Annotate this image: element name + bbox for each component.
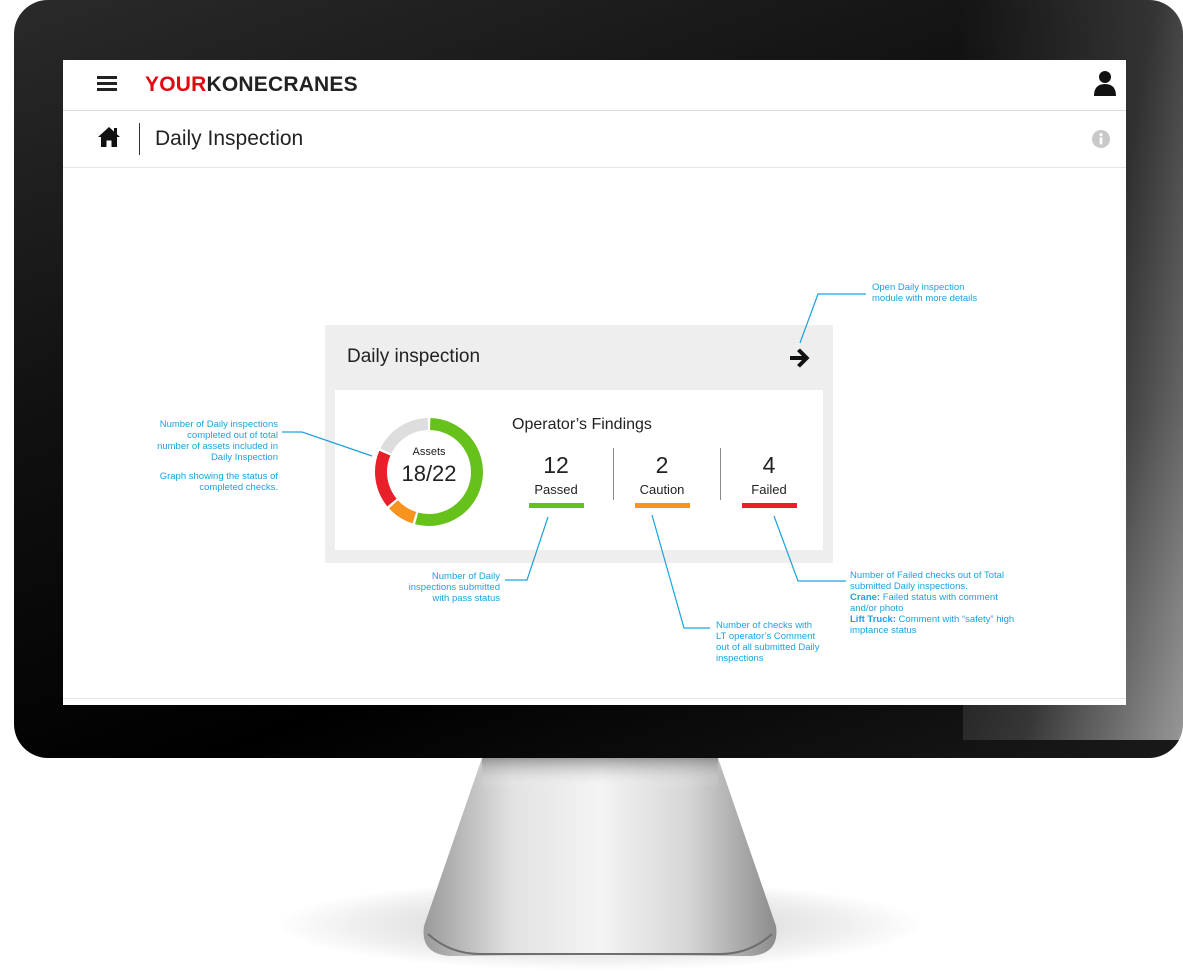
failed-label: Failed	[751, 482, 787, 497]
title-bar: Daily Inspection	[63, 111, 1126, 168]
logo-part-konecranes: KONECRANES	[206, 73, 358, 96]
annotation-line: LT operator’s Comment	[716, 631, 816, 642]
annotation-text: Failed status with comment	[880, 592, 998, 603]
annotation-text: Comment with “safety” high	[895, 614, 1015, 625]
annotation-line: out of all submitted Daily	[716, 642, 820, 653]
passed-count: 12	[543, 452, 569, 478]
arrow-annotation: Open Daily inspection module with more d…	[872, 282, 1032, 304]
daily-inspection-card: Daily inspection Assets 18/22 Operator’s…	[325, 325, 833, 563]
donut-label: Assets	[412, 446, 446, 458]
findings-title: Operator’s Findings	[512, 416, 652, 433]
metric-divider	[720, 448, 721, 500]
annotation-line: Number of Daily	[431, 571, 500, 582]
annotation-line: Number of checks with	[716, 620, 813, 631]
caution-annotation: Number of checks with LT operator’s Comm…	[716, 620, 846, 664]
monitor-stand	[423, 758, 777, 956]
annotation-line: inspections submitted	[408, 582, 500, 593]
home-icon[interactable]	[97, 126, 121, 148]
brand-logo[interactable]: YOURKONECRANES	[145, 73, 358, 97]
annotation-line: submitted Daily inspections.	[850, 581, 968, 592]
caution-count: 2	[655, 452, 669, 478]
failed-bar	[741, 503, 797, 508]
info-icon[interactable]	[1091, 129, 1111, 149]
metric-failed: 4 Failed	[739, 452, 799, 508]
annotation-bold: Crane:	[850, 592, 881, 603]
page-title: Daily Inspection	[155, 127, 304, 150]
card-body: Assets 18/22 Operator’s Findings 12 Pass…	[335, 390, 823, 550]
donut-annotation: Number of Daily inspections completed ou…	[110, 419, 278, 493]
metric-divider	[613, 448, 614, 500]
annotation-line: with pass status	[432, 593, 500, 604]
failed-annotation: Number of Failed checks out of Total sub…	[850, 570, 1050, 636]
donut-segment-caution	[389, 500, 417, 524]
donut-value: 18/22	[401, 461, 457, 486]
top-bar: YOURKONECRANES	[63, 60, 1126, 111]
annotation-line: Number of Failed checks out of Total	[850, 570, 1005, 581]
screen-footer-line	[63, 698, 1126, 705]
annotation-line: Number of Daily inspections	[159, 419, 278, 430]
passed-label: Passed	[534, 482, 578, 497]
annotation-line: Graph showing the status of	[159, 471, 278, 482]
card-title: Daily inspection	[347, 346, 481, 367]
caution-bar	[634, 503, 690, 508]
annotation-line: Open Daily inspection	[872, 282, 965, 293]
user-icon[interactable]	[1093, 70, 1117, 96]
annotation-line: module with more details	[872, 293, 978, 304]
arrow-right-icon[interactable]	[788, 347, 812, 369]
annotation-line: and/or photo	[850, 603, 904, 614]
annotation-line: Crane: Failed status with comment	[850, 592, 1050, 603]
annotation-line: Lift Truck: Comment with “safety” high	[850, 614, 1050, 625]
annotation-line: number of assets included in	[157, 441, 278, 452]
title-divider	[139, 123, 140, 155]
annotation-line: completed checks.	[199, 482, 278, 493]
metric-passed: 12 Passed	[526, 452, 586, 508]
annotation-line: inspections	[716, 653, 764, 664]
annotation-bold: Lift Truck:	[850, 614, 896, 625]
passed-bar	[528, 503, 584, 508]
hamburger-menu-icon[interactable]	[97, 76, 117, 92]
caution-label: Caution	[639, 482, 685, 497]
annotation-line: imptance status	[850, 625, 917, 636]
failed-count: 4	[762, 452, 776, 478]
passed-annotation: Number of Daily inspections submitted wi…	[374, 571, 500, 604]
annotation-line: Daily Inspection	[210, 452, 278, 463]
annotation-line: completed out of total	[187, 430, 278, 441]
logo-part-your: YOUR	[145, 73, 207, 96]
metric-caution: 2 Caution	[632, 452, 692, 508]
